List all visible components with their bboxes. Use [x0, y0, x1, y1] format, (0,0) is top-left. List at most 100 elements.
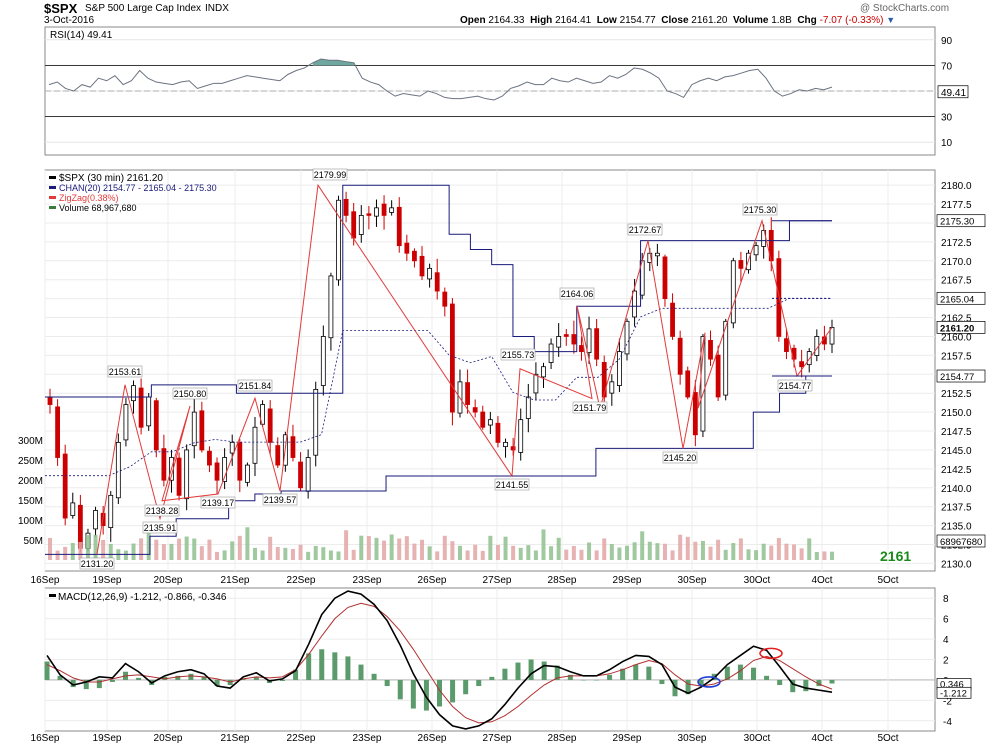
- macd-histogram-bar: [541, 661, 547, 680]
- volume-bar: [321, 547, 326, 560]
- volume-bar: [154, 539, 159, 560]
- rsi-value-label: 49.41: [941, 88, 966, 99]
- price-x-tick-label: 27Sep: [483, 575, 512, 586]
- price-tag-label: 2161.20: [940, 323, 974, 334]
- volume-bar: [184, 536, 189, 560]
- candle-body: [556, 336, 562, 348]
- volume-bar: [85, 535, 90, 560]
- macd-tag-label: -1.212: [940, 688, 967, 699]
- price-legend-entry: Volume 68,967,680: [59, 203, 137, 213]
- price-x-tick-label: 22Sep: [287, 575, 316, 586]
- candle-body: [214, 462, 220, 481]
- volume-bar: [495, 544, 500, 560]
- candle-body: [449, 303, 455, 413]
- candle-body: [419, 255, 425, 277]
- volume-bar: [412, 543, 417, 560]
- macd-x-tick-label: 22Sep: [287, 733, 316, 744]
- volume-bar: [685, 536, 690, 560]
- volume-bar: [632, 542, 637, 560]
- candle-body: [654, 252, 660, 257]
- price-annotation-label: 2154.77: [779, 381, 812, 391]
- price-tag-label: 2154.77: [940, 372, 974, 383]
- volume-bar: [480, 550, 485, 560]
- volume-bar: [655, 543, 660, 560]
- price-tick-label: 2170.0: [941, 257, 972, 268]
- macd-x-tick-label: 4Oct: [811, 733, 832, 744]
- volume-bar: [374, 537, 379, 560]
- price-tag-label: 2175.30: [940, 217, 974, 228]
- volume-bar: [207, 539, 212, 560]
- candle-body: [244, 464, 250, 483]
- price-x-tick-label: 30Sep: [678, 575, 707, 586]
- volume-bar: [769, 545, 774, 560]
- macd-histogram-bar: [188, 673, 194, 680]
- macd-histogram-bar: [659, 679, 665, 685]
- candle-body: [62, 453, 68, 519]
- macd-histogram-bar: [764, 675, 770, 680]
- price-tick-label: 2172.5: [941, 238, 972, 249]
- price-x-tick-label: 5Oct: [877, 575, 898, 586]
- candle-body: [548, 343, 554, 363]
- volume-bar: [822, 551, 827, 560]
- price-annotation-label: 2172.67: [629, 225, 662, 235]
- candle-body: [305, 457, 311, 492]
- price-annotation-label: 2155.73: [502, 350, 535, 360]
- volume-bar: [776, 537, 781, 560]
- price-annotation-label: 2145.20: [664, 453, 697, 463]
- volume-bar: [70, 543, 75, 560]
- macd-histogram-bar: [580, 679, 586, 681]
- candle-body: [161, 448, 167, 481]
- volume-bar: [161, 544, 166, 560]
- volume-bar: [283, 547, 288, 560]
- rsi-legend: RSI(14) 49.41: [50, 30, 113, 41]
- candle-body: [115, 441, 121, 499]
- candle-body: [336, 199, 341, 281]
- candle-body: [93, 510, 98, 530]
- price-annotation-label: 2150.80: [174, 389, 207, 399]
- price-tick-label: 2147.5: [941, 427, 972, 438]
- volume-bar: [716, 539, 721, 560]
- volume-bar: [564, 549, 569, 560]
- candle-body: [374, 207, 379, 217]
- volume-bar: [108, 543, 113, 560]
- candle-body: [412, 250, 417, 262]
- volume-bar: [230, 541, 235, 560]
- candle-body: [176, 457, 182, 496]
- volume-bar: [662, 543, 667, 560]
- macd-histogram-bar: [109, 679, 115, 682]
- macd-x-tick-label: 20Sep: [154, 733, 183, 744]
- volume-bar: [571, 545, 576, 560]
- price-tick-label: 2137.5: [941, 503, 972, 514]
- volume-bar: [617, 547, 622, 560]
- candle-body: [465, 382, 470, 405]
- price-tick-label: 2177.5: [941, 200, 972, 211]
- volume-bar: [556, 537, 561, 560]
- volume-bar: [609, 544, 614, 560]
- volume-bar: [799, 548, 804, 560]
- candle-body: [389, 207, 395, 213]
- volume-bar: [511, 545, 516, 560]
- volume-bar: [731, 543, 736, 560]
- volume-bar: [708, 546, 713, 560]
- price-annotation-label: 2164.06: [561, 289, 594, 299]
- macd-tick-label: 2: [943, 656, 949, 667]
- volume-bar: [199, 546, 204, 560]
- candle-body: [442, 291, 448, 307]
- price-annotation-label: 2153.61: [109, 367, 142, 377]
- candle-body: [267, 408, 273, 443]
- macd-histogram-bar: [829, 679, 835, 684]
- volume-bar: [830, 551, 834, 560]
- volume-bar: [131, 543, 136, 560]
- volume-bar: [139, 538, 144, 560]
- volume-bar: [587, 542, 592, 560]
- macd-histogram-bar: [777, 679, 783, 686]
- macd-histogram-bar: [136, 677, 142, 680]
- candle-body: [77, 504, 83, 549]
- rsi-tick-label: 10: [941, 138, 953, 149]
- volume-bar: [693, 541, 698, 560]
- volume-bar: [670, 550, 675, 560]
- volume-bar: [404, 536, 409, 560]
- candle-body: [784, 338, 789, 352]
- candle-body: [252, 426, 258, 464]
- price-annotation-label: 2139.57: [264, 495, 297, 505]
